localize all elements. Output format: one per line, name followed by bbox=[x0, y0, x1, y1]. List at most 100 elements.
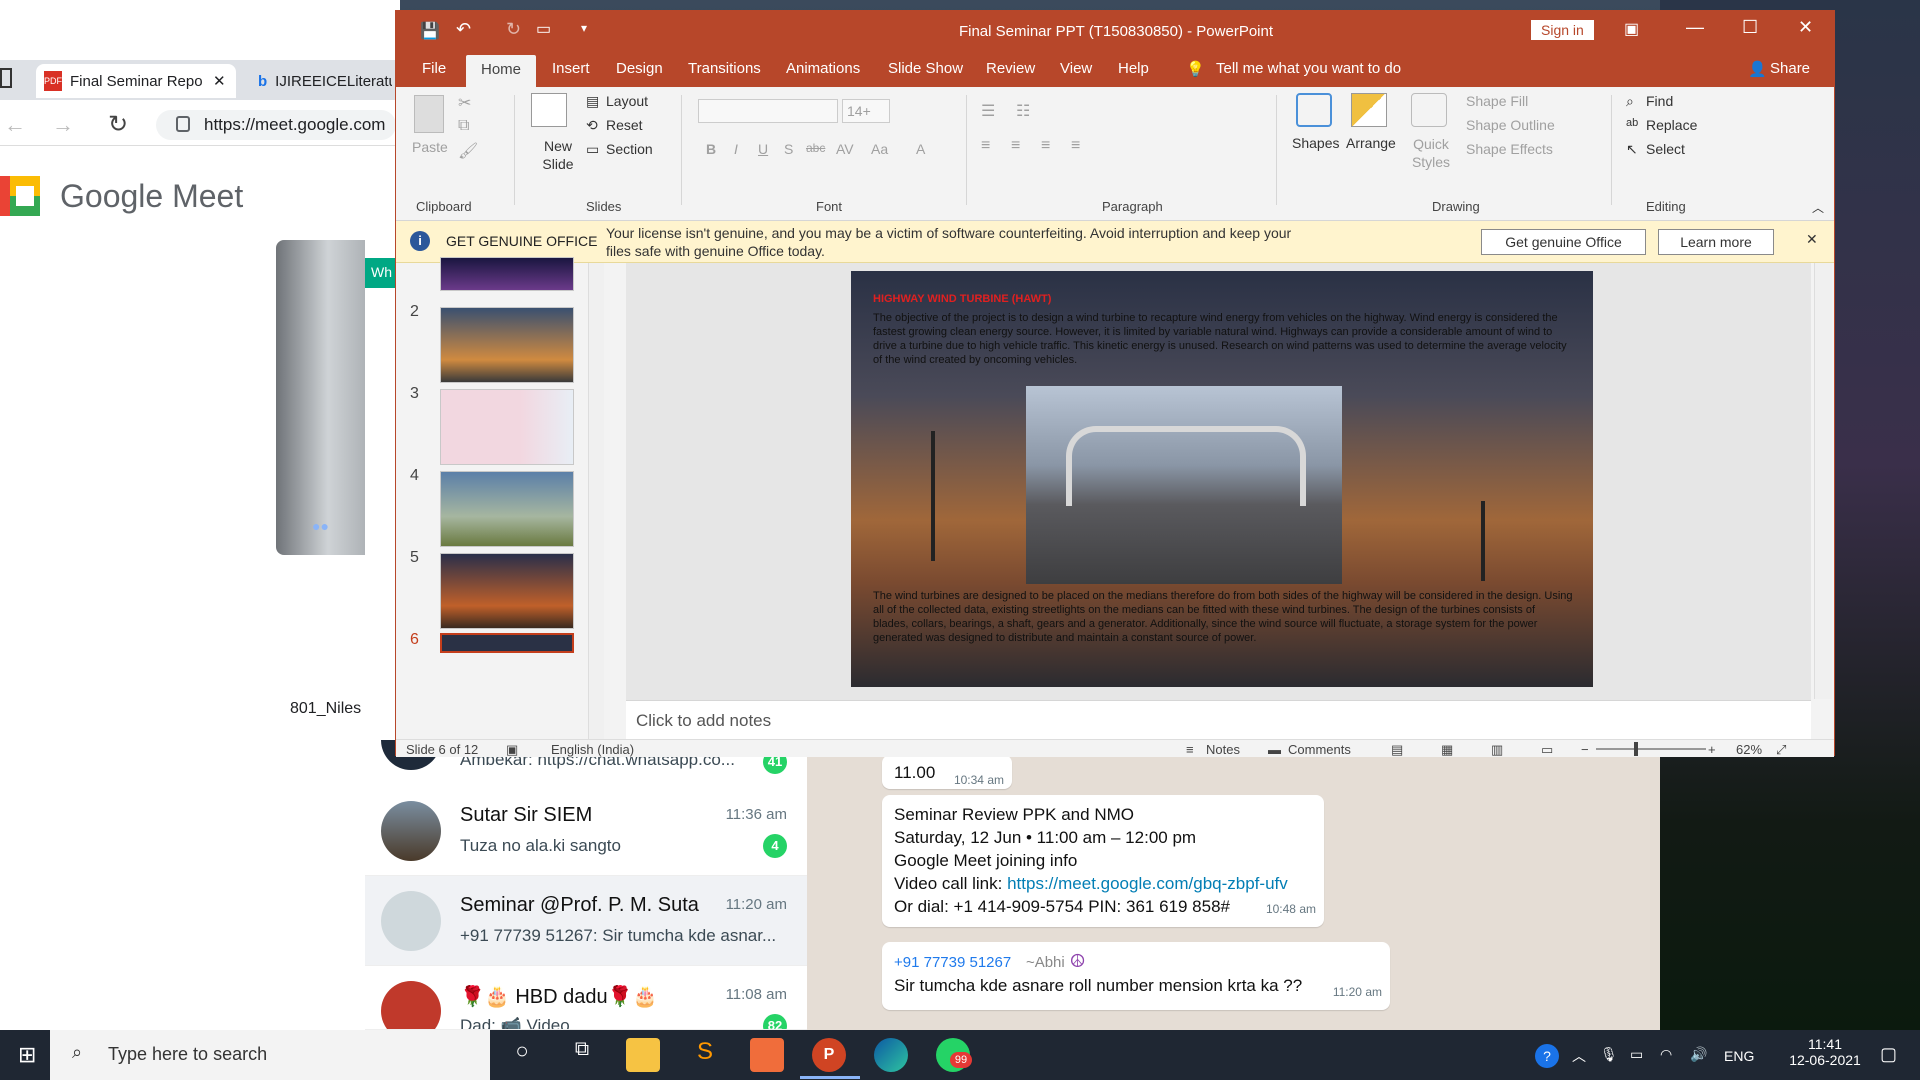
tab-slide-show[interactable]: Slide Show bbox=[888, 60, 963, 77]
taskbar-search[interactable]: ⌕ Type here to search bbox=[50, 1030, 490, 1080]
clock[interactable]: 11:41 12-06-2021 bbox=[1780, 1036, 1870, 1068]
get-genuine-office-button[interactable]: Get genuine Office bbox=[1481, 229, 1646, 255]
slide-image-highway-turbine[interactable] bbox=[1026, 386, 1342, 584]
bold-icon[interactable]: B bbox=[706, 141, 716, 157]
underline-icon[interactable]: U bbox=[758, 141, 768, 157]
quick-styles-button[interactable]: Quick Styles bbox=[1406, 135, 1456, 171]
sublime-text-icon[interactable]: S bbox=[688, 1038, 722, 1072]
chevron-up-icon[interactable]: ︿ bbox=[1572, 1046, 1586, 1066]
char-spacing-icon[interactable]: AV bbox=[836, 141, 854, 157]
italic-icon[interactable]: I bbox=[734, 141, 738, 157]
shadow-icon[interactable]: S bbox=[784, 141, 793, 157]
align-left-icon[interactable]: ≡ bbox=[981, 137, 990, 155]
forward-arrow-icon[interactable]: → bbox=[52, 112, 74, 138]
spellcheck-icon[interactable]: ▣ bbox=[506, 742, 518, 758]
new-slide-button[interactable]: New Slide bbox=[538, 137, 578, 173]
edge-icon[interactable] bbox=[874, 1038, 908, 1072]
tab-view[interactable]: View bbox=[1060, 60, 1092, 77]
tab-file[interactable]: File bbox=[422, 60, 446, 77]
select-button[interactable]: Select bbox=[1646, 141, 1685, 157]
reading-view-icon[interactable]: ▥ bbox=[1491, 742, 1503, 758]
replace-button[interactable]: Replace bbox=[1646, 117, 1697, 133]
slide-sorter-icon[interactable]: ▦ bbox=[1441, 742, 1453, 758]
collapse-ribbon-icon[interactable]: ︿ bbox=[1812, 199, 1824, 216]
notes-pane[interactable]: Click to add notes bbox=[626, 700, 1811, 740]
tab-help[interactable]: Help bbox=[1118, 60, 1149, 77]
current-slide[interactable]: HIGHWAY WIND TURBINE (HAWT) The objectiv… bbox=[851, 271, 1593, 687]
change-case-icon[interactable]: Aa bbox=[871, 141, 888, 157]
browser-tab-ijireeice[interactable]: b IJIREEICELiteratu bbox=[250, 64, 400, 98]
tell-me-search[interactable]: Tell me what you want to do bbox=[1216, 60, 1401, 77]
reset-button[interactable]: Reset bbox=[606, 117, 643, 133]
canvas-scrollbar[interactable] bbox=[1814, 263, 1832, 699]
sign-in-button[interactable]: Sign in bbox=[1531, 20, 1594, 40]
zoom-in-icon[interactable]: + bbox=[1708, 742, 1716, 757]
volume-icon[interactable]: 🔊 bbox=[1690, 1046, 1707, 1063]
ribbon-display-icon[interactable]: ▣ bbox=[1624, 19, 1639, 39]
browser-tab-report[interactable]: PDF Final Seminar Repo ✕ bbox=[36, 64, 236, 98]
arrange-icon[interactable] bbox=[1351, 93, 1387, 127]
bullets-icon[interactable]: ☰ bbox=[981, 101, 995, 121]
thumbnail-scrollbar[interactable] bbox=[588, 263, 604, 739]
chat-item-seminar[interactable]: Seminar @Prof. P. M. Suta 11:20 am +91 7… bbox=[365, 876, 807, 966]
cut-icon[interactable]: ✂ bbox=[458, 93, 471, 113]
present-icon[interactable]: ▭ bbox=[536, 19, 551, 39]
maximize-icon[interactable]: ☐ bbox=[1742, 17, 1758, 38]
redo-icon[interactable]: ↻ bbox=[506, 19, 521, 40]
powerpoint-icon[interactable]: P bbox=[812, 1038, 846, 1072]
tab-actions-icon[interactable] bbox=[0, 68, 12, 88]
language-indicator[interactable]: ENG bbox=[1724, 1048, 1754, 1064]
cortana-icon[interactable]: ○ bbox=[505, 1038, 539, 1072]
align-center-icon[interactable]: ≡ bbox=[1011, 137, 1020, 155]
tab-insert[interactable]: Insert bbox=[552, 60, 590, 77]
task-view-icon[interactable]: ⧉ bbox=[565, 1038, 599, 1072]
paste-button[interactable]: Paste bbox=[412, 139, 448, 155]
slide-thumbnail-4[interactable] bbox=[440, 471, 574, 547]
battery-icon[interactable]: ▭ bbox=[1630, 1046, 1643, 1063]
normal-view-icon[interactable]: ▤ bbox=[1391, 742, 1403, 758]
zoom-out-icon[interactable]: − bbox=[1581, 742, 1589, 757]
reload-icon[interactable]: ↻ bbox=[108, 110, 128, 139]
undo-icon[interactable]: ↶ bbox=[456, 19, 471, 40]
minimize-icon[interactable]: — bbox=[1686, 17, 1704, 38]
wifi-icon[interactable]: ◠ bbox=[1660, 1046, 1672, 1063]
tab-review[interactable]: Review bbox=[986, 60, 1035, 77]
chat-item-hbd-dadu[interactable]: 🌹🎂 HBD dadu🌹🎂 11:08 am Dad: 📹 Video 82 bbox=[365, 966, 807, 1030]
message-sender[interactable]: +91 77739 51267 bbox=[894, 954, 1011, 971]
slide-thumbnail-1[interactable] bbox=[440, 257, 574, 291]
meet-link[interactable]: https://meet.google.com/gbq-zbpf-ufv bbox=[1007, 874, 1288, 893]
format-painter-icon[interactable]: 🖌 bbox=[458, 141, 478, 161]
zoom-slider[interactable] bbox=[1596, 748, 1706, 750]
font-size-combobox[interactable]: 14+ bbox=[842, 99, 890, 123]
arrange-button[interactable]: Arrange bbox=[1346, 135, 1396, 151]
shape-outline-button[interactable]: Shape Outline bbox=[1466, 117, 1555, 133]
shape-effects-button[interactable]: Shape Effects bbox=[1466, 141, 1553, 157]
fit-slide-icon[interactable]: ⤢ bbox=[1776, 742, 1786, 758]
tab-animations[interactable]: Animations bbox=[786, 60, 860, 77]
section-button[interactable]: Section bbox=[606, 141, 653, 157]
slide-thumbnail-2[interactable] bbox=[440, 307, 574, 383]
tab-home[interactable]: Home bbox=[466, 55, 536, 87]
numbering-icon[interactable]: ☷ bbox=[1016, 101, 1030, 121]
notifications-icon[interactable]: ▢ bbox=[1880, 1044, 1897, 1065]
chat-item-sutar-sir[interactable]: Sutar Sir SIEM 11:36 am Tuza no ala.ki s… bbox=[365, 786, 807, 876]
shapes-icon[interactable] bbox=[1296, 93, 1332, 127]
help-icon[interactable]: ? bbox=[1535, 1044, 1559, 1068]
font-color-icon[interactable]: A bbox=[916, 141, 925, 157]
layout-button[interactable]: Layout bbox=[606, 93, 648, 109]
align-right-icon[interactable]: ≡ bbox=[1041, 137, 1050, 155]
slideshow-view-icon[interactable]: ▭ bbox=[1541, 742, 1553, 758]
learn-more-button[interactable]: Learn more bbox=[1658, 229, 1774, 255]
save-icon[interactable]: 💾 bbox=[420, 21, 440, 41]
tab-design[interactable]: Design bbox=[616, 60, 663, 77]
windows-start-icon[interactable]: ⊞ bbox=[18, 1042, 42, 1067]
close-icon[interactable]: ✕ bbox=[1798, 17, 1813, 38]
justify-icon[interactable]: ≡ bbox=[1071, 137, 1080, 155]
close-icon[interactable]: ✕ bbox=[213, 72, 226, 90]
language-indicator[interactable]: English (India) bbox=[551, 742, 634, 757]
zoom-slider-thumb[interactable] bbox=[1634, 742, 1638, 756]
zoom-level[interactable]: 62% bbox=[1736, 742, 1762, 757]
customize-toolbar-icon[interactable]: ▾ bbox=[581, 21, 587, 35]
copy-icon[interactable]: ⧉ bbox=[458, 117, 469, 135]
comments-button[interactable]: Comments bbox=[1288, 742, 1351, 757]
